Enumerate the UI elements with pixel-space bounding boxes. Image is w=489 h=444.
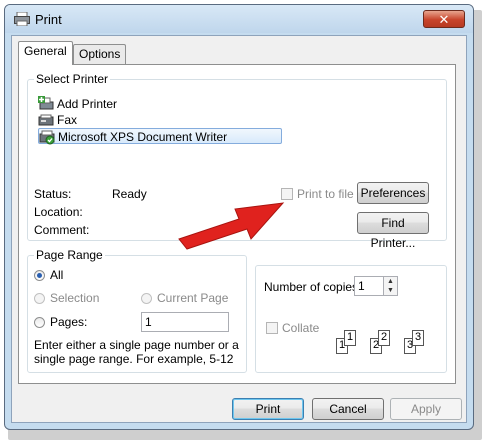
general-panel: Select Printer Add Printer Fax Microsoft… (18, 64, 456, 384)
pages-radio[interactable] (34, 317, 45, 328)
page-range-hint: Enter either a single page number or a s… (34, 338, 239, 366)
spin-up-icon[interactable]: ▲ (384, 277, 397, 286)
annotation-arrow-icon (178, 202, 285, 250)
printer-item-fax[interactable]: Fax (38, 112, 98, 128)
title-bar[interactable]: Print ✕ (5, 5, 473, 33)
printer-name: Fax (57, 113, 78, 127)
collate-page: 2 (378, 330, 390, 346)
apply-button[interactable]: Apply (390, 398, 462, 420)
printer-item-add-printer[interactable]: Add Printer (38, 96, 128, 112)
selection-radio[interactable] (34, 293, 45, 304)
current-page-radio[interactable] (141, 293, 152, 304)
copies-input[interactable]: 1 (354, 276, 384, 296)
all-radio[interactable] (34, 270, 45, 281)
copies-group: Number of copies: 1 ▲ ▼ Collate 1 1 2 2 … (255, 265, 447, 373)
printer-name: Add Printer (57, 97, 118, 111)
pages-input[interactable]: 1 (141, 312, 229, 332)
fax-icon (38, 114, 54, 126)
printer-icon (14, 12, 30, 26)
copies-label: Number of copies: (264, 280, 362, 294)
copies-spinner[interactable]: ▲ ▼ (384, 276, 398, 296)
dialog-body: General Options Select Printer Add Print… (11, 35, 467, 423)
status-value: Ready (112, 187, 147, 201)
printer-item-xps[interactable]: Microsoft XPS Document Writer (38, 128, 282, 145)
status-label: Status: (34, 187, 72, 201)
collate-page: 1 (344, 330, 356, 346)
collate-checkbox[interactable] (266, 322, 278, 334)
print-dialog: Print ✕ General Options Select Printer A… (4, 4, 474, 430)
print-button[interactable]: Print (232, 398, 304, 420)
selection-label: Selection (50, 291, 100, 305)
collate-label: Collate (282, 321, 320, 335)
preferences-button[interactable]: Preferences (357, 182, 429, 204)
printer-default-icon (39, 130, 55, 145)
close-icon: ✕ (438, 12, 450, 27)
print-to-file-label: Print to file (297, 187, 354, 201)
find-printer-button[interactable]: Find Printer... (357, 212, 429, 250)
select-printer-label: Select Printer (34, 72, 111, 86)
all-label: All (50, 268, 64, 282)
collate-page: 3 (412, 330, 424, 346)
printer-name: Microsoft XPS Document Writer (58, 130, 228, 144)
tab-general[interactable]: General (18, 41, 73, 65)
page-range-group: Page Range All Selection Current Page Pa… (27, 248, 247, 373)
location-label: Location: (34, 205, 83, 219)
comment-label: Comment: (34, 223, 90, 237)
add-printer-icon (38, 96, 54, 110)
cancel-button[interactable]: Cancel (312, 398, 384, 420)
page-range-label: Page Range (34, 248, 105, 262)
current-page-label: Current Page (157, 291, 229, 305)
window-title: Print (35, 12, 62, 27)
tab-options[interactable]: Options (73, 44, 127, 64)
pages-label: Pages: (50, 315, 88, 329)
close-button[interactable]: ✕ (423, 10, 465, 28)
spin-down-icon[interactable]: ▼ (384, 286, 397, 295)
